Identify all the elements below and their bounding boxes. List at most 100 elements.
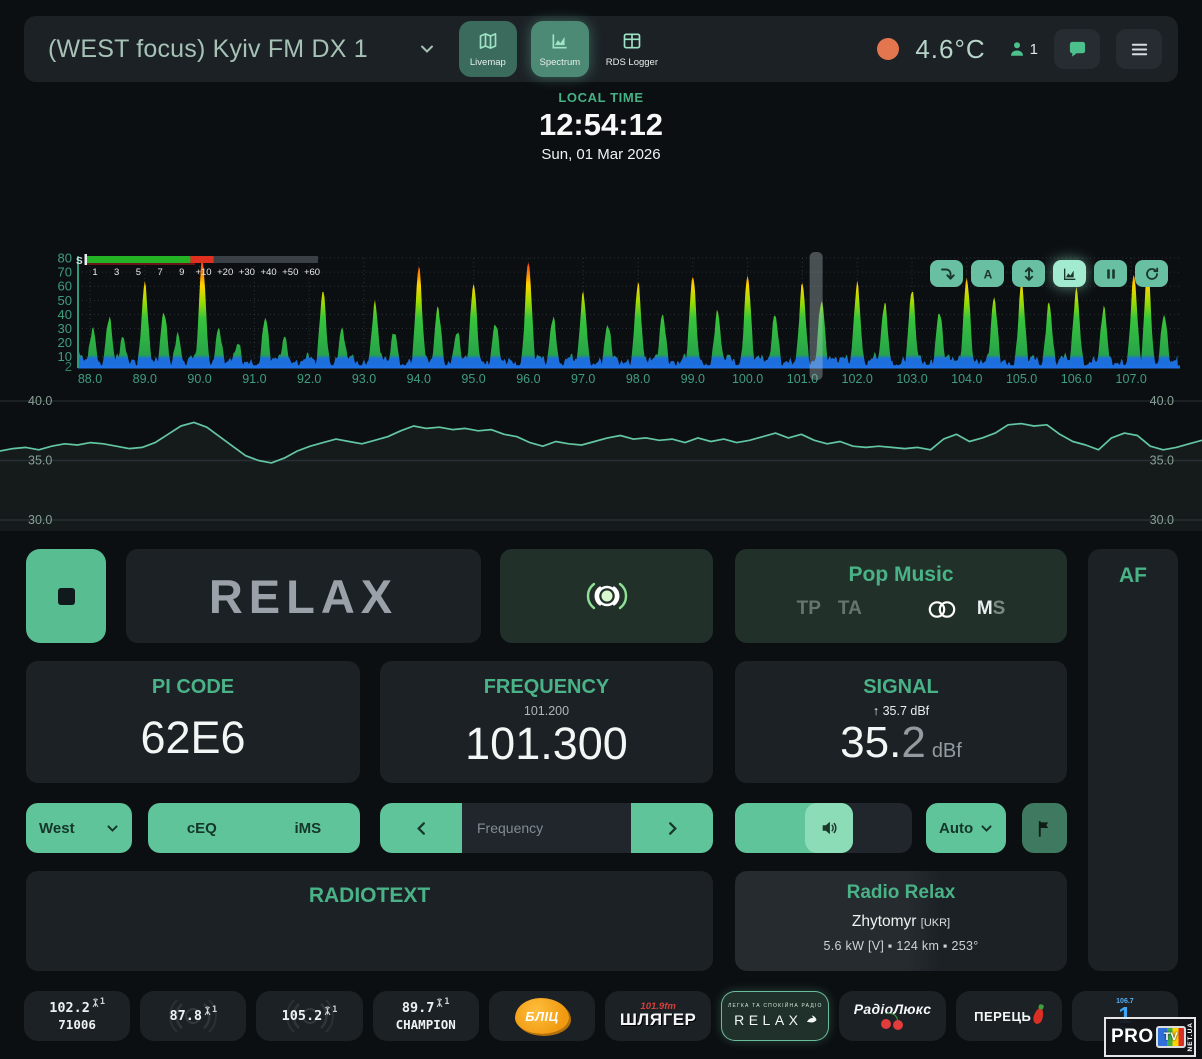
svg-text:98.0: 98.0 [626, 372, 650, 386]
nav-label: Spectrum [540, 57, 581, 68]
flag-button[interactable] [1022, 803, 1067, 853]
svg-text:+10: +10 [195, 267, 211, 278]
spectrum-graph[interactable]: 8070605040302010288.089.090.091.092.093.… [26, 250, 1180, 390]
antenna-indicator: 1 [203, 1006, 217, 1016]
svg-text:103.0: 103.0 [896, 372, 927, 386]
station-shortcut-relax[interactable]: ЛЕГКА ТА СПОКІЙНА РАДІОRELAX [721, 991, 829, 1041]
pi-code-value: 62E6 [26, 712, 360, 764]
station-shortcut-радіолюкс[interactable]: РадіоЛюкс [839, 991, 945, 1041]
volume-slider[interactable] [735, 803, 912, 853]
station-frequency: 102.21 [49, 1001, 105, 1016]
bandwidth-select[interactable]: Auto [926, 803, 1006, 853]
stop-icon [58, 588, 75, 605]
antenna-icon [435, 998, 444, 1008]
svg-text:105.0: 105.0 [1006, 372, 1037, 386]
af-list-panel: AF [1088, 549, 1178, 971]
frequency-input[interactable] [462, 803, 631, 853]
top-bar: (WEST focus) Kyiv FM DX 1 Livemap Spectru… [24, 16, 1178, 82]
svg-text:94.0: 94.0 [407, 372, 431, 386]
antenna-icon [203, 1006, 212, 1016]
svg-text:A: A [983, 267, 992, 281]
spectrum-toolbar: A [930, 260, 1168, 287]
watermark-side-text: NET.UA [1187, 1022, 1194, 1051]
station-shortcuts-bar: 102.217100687.81105.2189.71CHAMPIONБЛІЦ1… [24, 991, 1178, 1041]
svg-text:9: 9 [179, 267, 184, 278]
station-frequency: 89.71 [402, 1001, 450, 1016]
svg-text:40: 40 [58, 307, 72, 322]
station-shortcut-шлягер[interactable]: 101.9fmШЛЯГЕР [605, 991, 711, 1041]
svg-text:3: 3 [114, 267, 119, 278]
svg-text:106.0: 106.0 [1061, 372, 1092, 386]
signal-canvas: 40.040.035.035.030.030.0 [0, 391, 1202, 531]
station-shortcut-105.2[interactable]: 105.21 [256, 991, 362, 1041]
antenna-icon [323, 1006, 332, 1016]
spectrum-tool-arrow-snap-down-button[interactable] [930, 260, 963, 287]
svg-text:97.0: 97.0 [571, 372, 595, 386]
refresh-icon [1144, 266, 1160, 282]
signal-panel: SIGNAL ↑ 35.7 dBf 35.2dBf [735, 661, 1067, 783]
table-icon [622, 31, 642, 54]
svg-text:50: 50 [58, 293, 72, 308]
transmitter-info-panel: Radio Relax Zhytomyr [UKR] 5.6 kW [V] ▪ … [735, 871, 1067, 971]
svg-text:+20: +20 [217, 267, 233, 278]
signal-history-graph: 40.040.035.035.030.030.0 [0, 391, 1202, 531]
svg-text:20: 20 [58, 335, 72, 350]
antenna-indicator: 1 [435, 998, 449, 1008]
station-shortcut-champion[interactable]: 89.71CHAMPION [373, 991, 479, 1041]
svg-text:+60: +60 [304, 267, 320, 278]
nav-rds-logger-button[interactable]: RDS Logger [603, 21, 661, 77]
signal-label: SIGNAL [735, 676, 1067, 699]
broadcast-icon [581, 576, 633, 616]
server-selector[interactable]: (WEST focus) Kyiv FM DX 1 [48, 35, 435, 64]
station-shortcut-перець[interactable]: ПЕРЕЦЬ [956, 991, 1062, 1041]
svg-text:5: 5 [136, 267, 141, 278]
pty-panel: Pop Music TP TA MS [735, 549, 1067, 643]
antenna-indicator: 1 [323, 1006, 337, 1016]
menu-button[interactable] [1116, 29, 1162, 69]
frequency-panel: FREQUENCY 101.200 101.300 [380, 661, 713, 783]
svg-text:+50: +50 [282, 267, 298, 278]
ims-toggle[interactable]: iMS [295, 820, 322, 837]
svg-text:96.0: 96.0 [516, 372, 540, 386]
arrow-updown-icon [1021, 266, 1037, 282]
local-time-block: LOCAL TIME 12:54:12 Sun, 01 Mar 2026 [0, 90, 1202, 163]
svg-text:60: 60 [58, 279, 72, 294]
spectrum-tool-letter-a-button[interactable]: A [971, 260, 1004, 287]
station-country: [UKR] [921, 917, 950, 929]
signal-peak: ↑ 35.7 dBf [735, 704, 1067, 718]
chat-button[interactable] [1054, 29, 1100, 69]
spectrum-tool-arrow-updown-button[interactable] [1012, 260, 1045, 287]
play-stop-button[interactable] [26, 549, 106, 643]
tp-flag: TP [797, 598, 821, 620]
volume-knob[interactable] [805, 803, 853, 853]
pi-code-panel: PI CODE 62E6 [26, 661, 360, 783]
nav-label: RDS Logger [606, 57, 658, 68]
station-shortcut-71006[interactable]: 102.2171006 [24, 991, 130, 1041]
svg-text:7: 7 [157, 267, 162, 278]
arrow-up-icon: ↑ [873, 704, 879, 718]
station-name: Radio Relax [735, 882, 1067, 904]
chevron-down-icon [106, 822, 119, 835]
bandwidth-selected-value: Auto [939, 820, 973, 837]
eq-toggle[interactable]: cEQ [187, 820, 217, 837]
watermark-tv-icon: TV [1156, 1026, 1186, 1048]
station-shortcut-бліц[interactable]: БЛІЦ [489, 991, 595, 1041]
local-time-value: 12:54:12 [0, 107, 1202, 143]
spectrum-tool-pause-button[interactable] [1094, 260, 1127, 287]
spectrum-tool-area-chart-button[interactable] [1053, 260, 1086, 287]
nav-spectrum-button[interactable]: Spectrum [531, 21, 589, 77]
station-shortcut-87.8[interactable]: 87.81 [140, 991, 246, 1041]
svg-text:104.0: 104.0 [951, 372, 982, 386]
antenna-select[interactable]: West [26, 803, 132, 853]
protv-watermark: PRO TV NET.UA [1104, 1017, 1196, 1057]
listener-count: 1 [1008, 40, 1038, 58]
nav-livemap-button[interactable]: Livemap [459, 21, 517, 77]
chevron-down-icon [980, 822, 993, 835]
spectrum-tool-refresh-button[interactable] [1135, 260, 1168, 287]
svg-text:2: 2 [65, 359, 72, 374]
arrow-snap-down-icon [939, 266, 955, 282]
antenna-icon [91, 998, 100, 1008]
tune-down-button[interactable] [380, 803, 462, 853]
tune-up-button[interactable] [631, 803, 713, 853]
perets-logo: ПЕРЕЦЬ [974, 1009, 1031, 1024]
